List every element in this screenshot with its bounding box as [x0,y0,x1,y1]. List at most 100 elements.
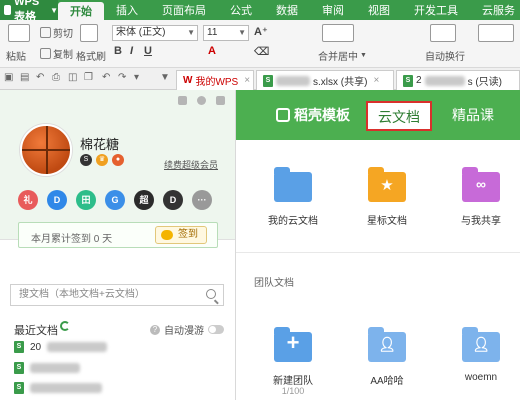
cloud-tabs-bar: 稻壳模板 云文档 精品课 [236,90,520,140]
docer-icon[interactable]: D [47,190,67,210]
list-item[interactable]: S [14,382,102,394]
renew-vip-link[interactable]: 续费超级会员 [164,158,218,171]
copy-label: 复制 [53,50,73,61]
spreadsheet-icon: S [403,74,413,87]
italic-button[interactable]: I [130,45,133,57]
undo-icon[interactable]: ↶ [102,72,110,83]
copy-button[interactable]: 复制 [40,46,73,61]
team-aa-label[interactable]: AA哈哈 [347,372,427,387]
spreadsheet-icon: S [14,382,24,394]
person-icon: 👤︎ [472,336,490,352]
doc-tab-suffix: s (只读) [467,77,503,88]
format-painter-button[interactable]: 格式刷 [76,48,106,63]
list-item[interactable]: S [14,362,80,374]
auto-roam-toggle[interactable] [208,325,224,334]
merge-center-icon[interactable] [322,24,354,42]
refresh-icon[interactable] [60,321,70,331]
lock-icon[interactable] [178,96,187,105]
doc-tab-my-wps[interactable]: W 我的WPS × [176,70,254,90]
tab-review[interactable]: 审阅 [310,0,356,20]
tab-developer[interactable]: 开发工具 [402,0,470,20]
font-name-select[interactable]: 宋体 (正文) ▼ [112,25,198,41]
shared-with-me-label[interactable]: 与我共享 [441,212,520,227]
list-item[interactable]: S 20 [14,341,108,353]
member-badges: S ♛ ● [80,154,124,166]
redacted-text [424,75,465,86]
undo-icon[interactable]: ↶ [36,72,44,83]
redacted-text [30,363,80,373]
clear-format-button[interactable]: ⌫ [254,45,270,58]
merge-center-button[interactable]: 合并居中 ▼ [318,48,367,63]
paste-icon[interactable] [8,24,30,42]
tab-formulas[interactable]: 公式 [218,0,264,20]
search-placeholder: 搜文档（本地文档+云文档） [19,289,145,300]
cut-button[interactable]: 剪切 [40,25,73,40]
grow-font-button[interactable]: A⁺ [254,25,268,38]
tab-cloud-docs[interactable]: 云文档 [366,101,432,131]
g-app-icon[interactable]: G [105,190,125,210]
doc-tab-readonly[interactable]: S 2 s (只读) [396,70,520,90]
doc-search-input[interactable]: 搜文档（本地文档+云文档） [10,284,224,306]
my-cloud-docs-label[interactable]: 我的云文档 [253,212,333,227]
person-icon: 👤︎ [378,336,396,352]
d-app-icon[interactable]: D [163,190,183,210]
coin-icon [161,230,173,240]
super-icon[interactable]: 超 [134,190,154,210]
bold-button[interactable]: B [114,45,122,57]
auto-roam-setting: ? 自动漫游 [150,322,224,337]
paste-button[interactable]: 粘贴 [6,48,26,63]
recent-docs-title: 最近文档 [14,325,58,337]
save-icon[interactable]: ▤ [20,72,29,83]
doc-tab-shared-xlsx[interactable]: S s.xlsx (共享) × [256,70,394,90]
tab-cloud-service[interactable]: 云服务 [470,0,520,20]
close-icon[interactable]: × [244,75,250,86]
auto-wrap-button[interactable]: 自动换行 [425,48,465,63]
spreadsheet-icon: S [14,341,24,353]
number-format-select[interactable] [478,24,514,42]
auto-wrap-icon[interactable] [430,24,456,42]
font-color-button[interactable]: A [208,45,216,57]
chevron-down-icon[interactable]: ▼ [160,72,170,83]
tab-home[interactable]: 开始 [57,2,104,20]
checkin-button[interactable]: 签到 [155,226,207,244]
avatar[interactable] [20,124,72,176]
underline-button[interactable]: U [144,45,152,57]
wps-logo-icon: W [183,75,193,86]
customize-toolbar-icon[interactable]: ▾ [134,72,139,83]
service-icon-row: 礼 D 田 G 超 D ··· [18,190,212,210]
open-folder-icon[interactable]: ▣ [4,72,13,83]
auto-wrap-label: 自动换行 [425,52,465,63]
format-painter-icon[interactable] [80,24,98,42]
redo-icon[interactable]: ↷ [118,72,126,83]
divider [236,252,520,253]
print-preview-icon[interactable]: ◫ [68,72,77,83]
tab-page-layout[interactable]: 页面布局 [150,0,218,20]
team-woemn-label[interactable]: woemn [441,372,520,383]
print-icon[interactable]: ⎙ [52,72,60,83]
doc-tab-label: s.xlsx (共享) [313,77,368,88]
apps-grid-icon[interactable] [216,96,225,105]
checkin-text: 本月累计签到 0 天 [31,234,113,245]
tab-view[interactable]: 视图 [356,0,402,20]
flame-badge-icon: ● [112,154,124,166]
copy-icon[interactable]: ❐ [84,72,93,83]
search-icon[interactable] [206,289,216,299]
new-team-label[interactable]: 新建团队 [253,372,333,387]
app-menu-button[interactable]: WPS 表格 ▼ [0,0,58,23]
more-icon[interactable]: ··· [192,190,212,210]
tab-courses[interactable]: 精品课 [452,105,494,125]
starred-docs-label[interactable]: 星标文档 [347,212,427,227]
chat-icon[interactable] [197,96,206,105]
tab-insert[interactable]: 插入 [104,0,150,20]
my-cloud-docs-folder-icon[interactable] [274,167,312,202]
help-icon[interactable]: ? [150,324,160,335]
username: 棉花糖 [80,137,120,152]
chevron-down-icon: ▼ [360,52,367,59]
tab-data[interactable]: 数据 [264,0,310,20]
gift-icon[interactable]: 礼 [18,190,38,210]
close-icon[interactable]: × [373,75,379,86]
table-icon[interactable]: 田 [76,190,96,210]
tab-docer-templates[interactable]: 稻壳模板 [276,105,350,125]
font-size-value: 11 [207,27,218,38]
font-size-select[interactable]: 11 ▼ [203,25,249,41]
